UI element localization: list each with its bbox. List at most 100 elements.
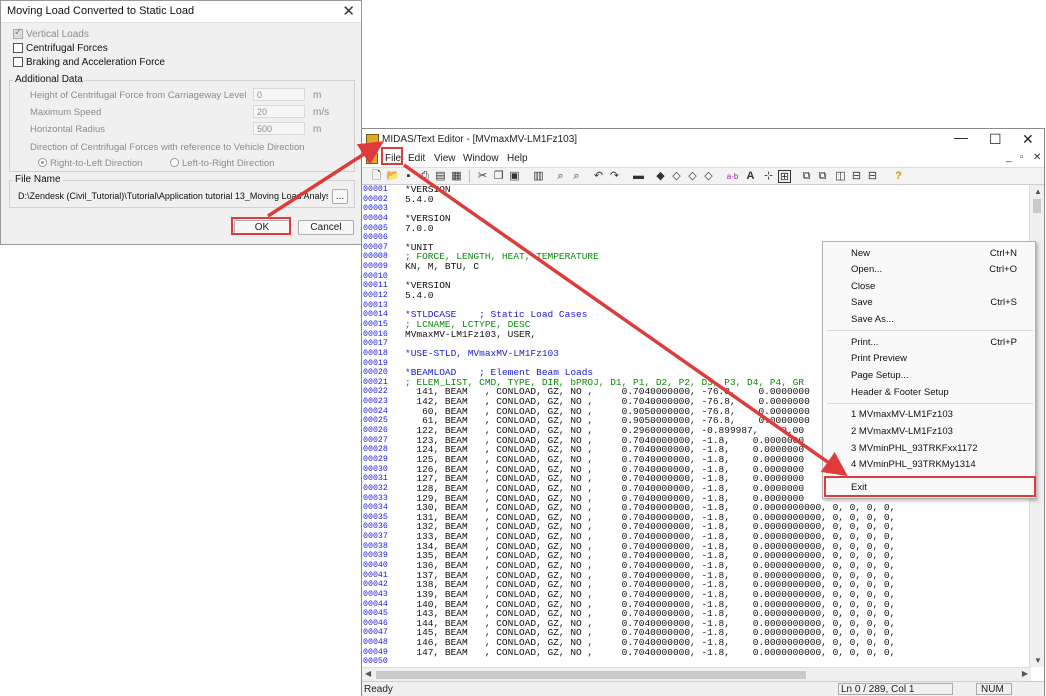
maximize-icon[interactable]: ☐ — [989, 131, 1002, 148]
print-preview-icon[interactable]: ▤ — [434, 170, 447, 183]
line-number: 00029 — [363, 454, 388, 464]
line-number: 00049 — [363, 647, 388, 657]
menu-item-recent-3[interactable]: 3 MVminPHL_93TRKFxx1172 — [851, 443, 978, 454]
line-number: 00033 — [363, 493, 388, 503]
tile-vertical-icon[interactable]: ◫ — [834, 170, 847, 183]
cancel-button[interactable]: Cancel — [298, 220, 354, 235]
font-icon[interactable]: A — [744, 170, 757, 183]
scroll-left-icon[interactable]: ◀ — [365, 669, 371, 678]
code-line[interactable]: 147, BEAM , CONLOAD, GZ, NO , 0.70400000… — [405, 648, 1030, 658]
scroll-right-icon[interactable]: ▶ — [1022, 669, 1028, 678]
mdi-minimize-icon[interactable]: _ — [1006, 152, 1012, 163]
marker-icon[interactable]: ◆ — [654, 170, 667, 183]
menu-item-close[interactable]: Close — [851, 281, 875, 292]
line-number: 00028 — [363, 445, 388, 455]
height-input[interactable]: 0 — [253, 88, 305, 101]
menu-window[interactable]: Window — [463, 153, 499, 164]
code-line[interactable]: *VERSION — [405, 214, 1030, 224]
case-icon[interactable]: a·b — [726, 170, 739, 183]
copy-icon[interactable]: ❐ — [492, 170, 505, 183]
height-label: Height of Centrifugal Force from Carriag… — [30, 90, 247, 101]
marker-next-icon[interactable]: ◇ — [670, 170, 683, 183]
menu-help[interactable]: Help — [507, 153, 528, 164]
browse-button[interactable]: ... — [332, 189, 348, 204]
right-to-left-label[interactable]: Right-to-Left Direction — [50, 158, 142, 169]
menu-view[interactable]: View — [434, 153, 456, 164]
open-folder-icon[interactable]: 📂 — [386, 170, 400, 183]
braking-force-label[interactable]: Braking and Acceleration Force — [26, 57, 165, 68]
close-window-icon[interactable]: ✕ — [1022, 131, 1034, 148]
window-tile-icon[interactable]: ⧉ — [816, 170, 829, 183]
centrifugal-forces-checkbox[interactable] — [13, 43, 23, 53]
braking-force-checkbox[interactable] — [13, 57, 23, 67]
code-line[interactable]: 7.0.0 — [405, 223, 1030, 234]
line-number: 00041 — [363, 570, 388, 580]
scroll-down-icon[interactable]: ▼ — [1034, 656, 1042, 665]
menu-edit[interactable]: Edit — [408, 153, 425, 164]
line-number: 00044 — [363, 599, 388, 609]
code-line[interactable] — [405, 204, 1030, 214]
cursor-cross-icon[interactable]: ⊹ — [762, 170, 775, 183]
code-line[interactable]: *VERSION — [405, 185, 1030, 195]
menu-item-print-preview[interactable]: Print Preview — [851, 353, 907, 364]
file-path-field[interactable]: D:\Zendesk (Civil_Tutorial)\Tutorial\App… — [18, 191, 328, 201]
print-icon[interactable]: ⎙ — [418, 170, 431, 183]
mdi-restore-icon[interactable]: ▫ — [1020, 152, 1024, 163]
menu-item-page-setup[interactable]: Page Setup... — [851, 370, 909, 381]
undo-icon[interactable]: ↶ — [592, 170, 605, 183]
vertical-scroll-thumb[interactable] — [1033, 199, 1041, 213]
horizontal-scrollbar[interactable]: ◀ ▶ — [362, 667, 1031, 681]
left-to-right-label[interactable]: Left-to-Right Direction — [182, 158, 274, 169]
line-number: 00035 — [363, 512, 388, 522]
menu-item-header-footer[interactable]: Header & Footer Setup — [851, 387, 949, 398]
max-speed-input[interactable]: 20 — [253, 105, 305, 118]
find-replace-icon[interactable]: ⌕ — [570, 170, 583, 183]
menu-item-recent-1[interactable]: 1 MVmaxMV-LM1Fz103 — [851, 409, 953, 420]
marker-clear-icon[interactable]: ◇ — [702, 170, 715, 183]
help-icon[interactable]: ? — [892, 170, 905, 183]
horizontal-scroll-thumb[interactable] — [376, 671, 806, 679]
line-number: 00025 — [363, 416, 388, 426]
menu-item-recent-4[interactable]: 4 MVminPHL_93TRKMy1314 — [851, 459, 976, 470]
line-number: 00007 — [363, 242, 388, 252]
minimize-icon[interactable]: — — [954, 129, 968, 145]
marker-prev-icon[interactable]: ◇ — [686, 170, 699, 183]
menu-item-save-as[interactable]: Save As... — [851, 314, 894, 325]
arrange-icon[interactable]: ⊟ — [866, 170, 879, 183]
close-icon[interactable]: ✕ — [342, 2, 355, 20]
right-to-left-radio[interactable] — [38, 158, 47, 167]
fit-icon[interactable]: ⊞ — [778, 170, 791, 183]
find-icon[interactable]: ⌕ — [554, 170, 567, 183]
redo-icon[interactable]: ↷ — [608, 170, 621, 183]
editor-title: MIDAS/Text Editor - [MVmaxMV-LM1Fz103] — [382, 134, 578, 145]
cut-icon[interactable]: ✂ — [476, 170, 489, 183]
menu-item-recent-2[interactable]: 2 MVmaxMV-LM1Fz103 — [851, 426, 953, 437]
line-number: 00010 — [363, 271, 388, 281]
tile-horizontal-icon[interactable]: ⊟ — [850, 170, 863, 183]
menu-item-print[interactable]: Print... — [851, 337, 878, 348]
menu-bar: File Edit View Window Help _ ▫ ✕ — [362, 151, 1044, 167]
horizontal-radius-input[interactable]: 500 — [253, 122, 305, 135]
scroll-up-icon[interactable]: ▲ — [1034, 187, 1042, 196]
exit-highlight-box — [824, 476, 1036, 497]
save-icon[interactable]: ▪ — [402, 170, 415, 183]
line-number: 00045 — [363, 609, 388, 619]
code-line[interactable]: 5.4.0 — [405, 194, 1030, 205]
new-file-icon[interactable]: 🗋 — [370, 170, 383, 183]
mdi-close-icon[interactable]: ✕ — [1033, 152, 1041, 163]
window-cascade-icon[interactable]: ⧉ — [800, 170, 813, 183]
line-number: 00017 — [363, 339, 388, 349]
menu-item-new[interactable]: New — [851, 248, 870, 259]
page-setup-icon[interactable]: ▦ — [450, 170, 463, 183]
menu-item-save[interactable]: Save — [851, 297, 873, 308]
column-icon[interactable]: ▥ — [532, 170, 545, 183]
left-to-right-radio[interactable] — [170, 158, 179, 167]
bookmark-icon[interactable]: ▬ — [632, 170, 645, 183]
status-ready: Ready — [364, 684, 393, 695]
centrifugal-forces-label[interactable]: Centrifugal Forces — [26, 43, 108, 54]
shortcut-save: Ctrl+S — [990, 297, 1017, 308]
paste-icon[interactable]: ▣ — [508, 170, 521, 183]
menu-item-open[interactable]: Open... — [851, 264, 882, 275]
file-menu-highlight-box — [381, 147, 403, 165]
document-icon[interactable] — [366, 153, 378, 164]
